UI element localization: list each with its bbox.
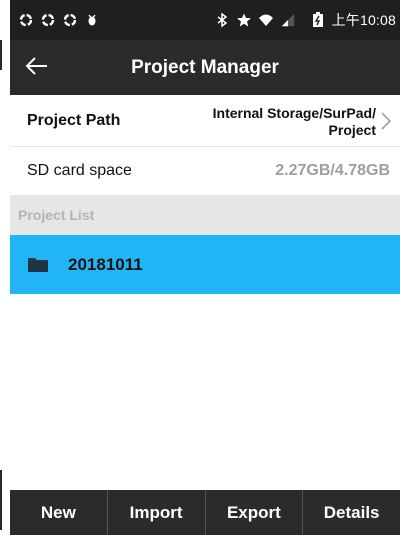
project-manager-screen: 上午10:08 Project Manager Project Path Int…: [0, 0, 400, 535]
details-button[interactable]: Details: [303, 490, 400, 535]
folder-icon: [28, 256, 48, 272]
chevron-right-icon[interactable]: [378, 110, 394, 132]
signal-icon: [280, 12, 296, 28]
back-arrow-icon: [25, 56, 49, 81]
screen-edge: [0, 0, 10, 535]
import-button[interactable]: Import: [108, 490, 206, 535]
page-title: Project Manager: [131, 56, 279, 78]
project-path-value-line1: Internal Storage/SurPad/: [212, 105, 376, 121]
bottom-action-bar: New Import Export Details: [10, 490, 400, 535]
debug-icon: [84, 12, 100, 28]
status-time: 上午10:08: [331, 12, 396, 28]
action-bar: Project Manager: [10, 40, 400, 95]
project-list-header: Project List: [10, 195, 400, 235]
bluetooth-icon: [214, 12, 230, 28]
project-path-label: Project Path: [27, 112, 121, 129]
sd-card-row: SD card space 2.27GB/4.78GB: [10, 147, 400, 195]
sync-icon: [18, 12, 34, 28]
star-icon: [236, 12, 252, 28]
sd-card-value: 2.27GB/4.78GB: [275, 162, 390, 179]
new-button[interactable]: New: [10, 490, 108, 535]
wifi-icon: [258, 12, 274, 28]
project-path-value: Internal Storage/SurPad/ Project: [176, 105, 376, 139]
battery-icon: [310, 12, 326, 28]
project-path-value-line2: Project: [328, 122, 376, 138]
status-bar: 上午10:08: [10, 0, 400, 40]
export-button[interactable]: Export: [206, 490, 304, 535]
project-path-row[interactable]: Project Path Internal Storage/SurPad/ Pr…: [10, 95, 400, 147]
status-bar-left: [18, 12, 100, 28]
back-button[interactable]: [20, 52, 54, 84]
project-list-item[interactable]: 20181011: [10, 235, 400, 294]
sd-card-label: SD card space: [27, 162, 132, 179]
edge-mark: [0, 470, 2, 530]
edge-mark: [0, 40, 2, 70]
status-bar-right: 上午10:08: [214, 10, 396, 30]
project-name: 20181011: [68, 255, 143, 274]
sync-icon: [62, 12, 78, 28]
sync-icon: [40, 12, 56, 28]
